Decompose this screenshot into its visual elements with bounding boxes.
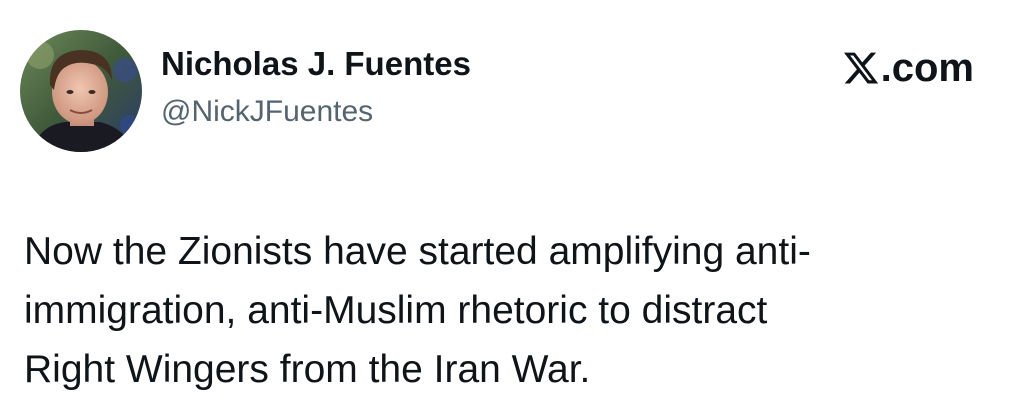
author-handle[interactable]: @NickJFuentes (161, 93, 373, 131)
avatar-image (20, 30, 142, 152)
author-display-name[interactable]: Nicholas J. Fuentes (161, 44, 471, 84)
x-logo-icon (842, 49, 880, 87)
source-link[interactable]: .com (842, 44, 974, 92)
tweet-card: Nicholas J. Fuentes @NickJFuentes .com N… (0, 0, 1024, 418)
tweet-text: Now the Zionists have started amplifying… (24, 230, 811, 391)
avatar[interactable] (20, 30, 142, 152)
source-domain-suffix: .com (880, 46, 974, 90)
